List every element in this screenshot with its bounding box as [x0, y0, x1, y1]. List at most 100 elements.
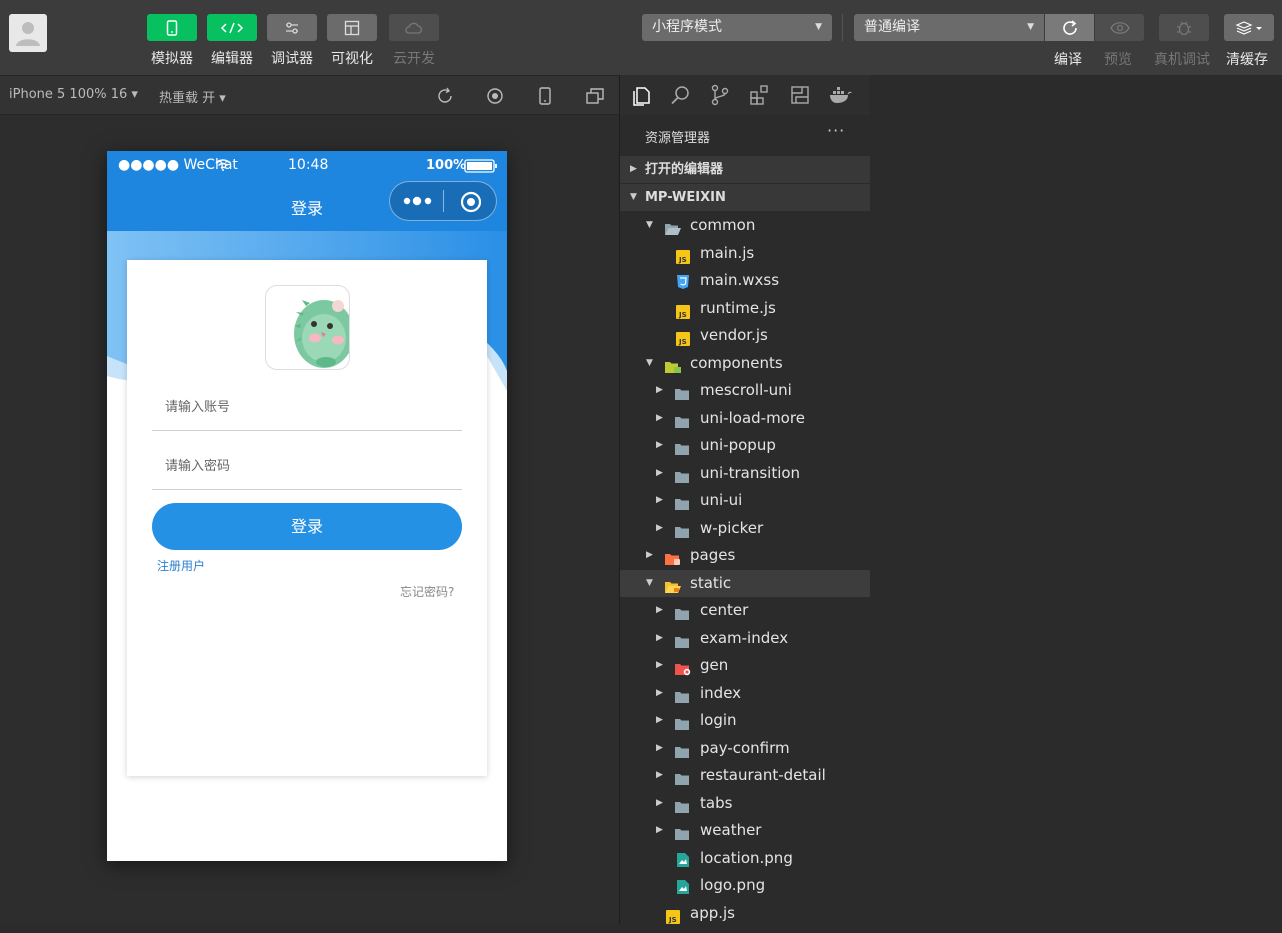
open-editors-section[interactable]: ▶ 打开的编辑器: [620, 156, 870, 183]
chevron-right-icon: ▶: [656, 797, 663, 808]
file-tree-item[interactable]: ▶ restaurant-detail: [620, 762, 870, 789]
compile-select-value: 普通编译: [864, 19, 920, 35]
eye-icon: [1109, 21, 1130, 34]
outline-icon[interactable]: [790, 84, 810, 106]
mode-select[interactable]: 小程序模式 ▼: [642, 14, 832, 41]
file-tree-item-label: restaurant-detail: [700, 766, 826, 784]
file-tree-item[interactable]: ▼ common: [620, 212, 870, 239]
close-miniprogram-icon[interactable]: [459, 190, 483, 214]
file-tree-item[interactable]: JS vendor.js: [620, 322, 870, 349]
remote-debug-label: 真机调试: [1154, 52, 1210, 68]
phone-icon: [166, 19, 178, 36]
search-icon[interactable]: [670, 84, 692, 106]
preview-label: 预览: [1104, 52, 1132, 68]
file-tree-item[interactable]: ▶ uni-popup: [620, 432, 870, 459]
remote-debug-button[interactable]: [1159, 14, 1209, 41]
file-tree-item[interactable]: ▶ uni-transition: [620, 460, 870, 487]
login-button[interactable]: 登录: [152, 503, 462, 550]
battery-percent: 100%: [426, 158, 467, 173]
file-tree-item[interactable]: ▼ static: [620, 569, 870, 597]
preview-button[interactable]: [1095, 14, 1144, 41]
file-tree-item-label: w-picker: [700, 518, 764, 537]
hot-reload-toggle[interactable]: 热重载 开 ▾: [159, 87, 226, 106]
file-tree-item[interactable]: ▶ mescroll-uni: [620, 377, 870, 404]
file-tree-item-label: exam-index: [700, 628, 789, 647]
file-tree-item[interactable]: ▶ center: [620, 597, 870, 624]
file-tree-item[interactable]: location.png: [620, 845, 870, 872]
detach-window-icon[interactable]: [585, 86, 605, 106]
capsule-divider: [443, 190, 444, 212]
extensions-icon[interactable]: [749, 84, 771, 106]
cloud-dev-button[interactable]: 云开发: [389, 14, 439, 68]
device-select[interactable]: iPhone 5 100% 16 ▾: [9, 87, 138, 102]
file-tree-item-label: login: [700, 711, 737, 729]
chevron-down-icon: ▼: [630, 192, 637, 202]
account-input[interactable]: 请输入账号: [152, 385, 462, 431]
user-avatar[interactable]: [9, 14, 47, 52]
svg-text:JS: JS: [668, 916, 677, 924]
chevron-right-icon: ▶: [656, 632, 663, 643]
rotate-icon[interactable]: [435, 86, 455, 106]
project-section[interactable]: ▼ MP-WEIXIN: [620, 184, 870, 211]
editor-area: [870, 75, 1282, 924]
svg-text:JS: JS: [678, 256, 687, 264]
compile-button[interactable]: [1045, 14, 1094, 41]
file-tree-item-label: vendor.js: [700, 326, 768, 344]
refresh-icon: [1062, 19, 1077, 35]
capsule-menu[interactable]: [389, 181, 497, 221]
device-icon[interactable]: [535, 86, 555, 106]
files-icon[interactable]: [631, 84, 651, 106]
more-options-button[interactable]: ···: [827, 121, 845, 140]
layout-icon: [344, 20, 360, 35]
file-tree-item-label: mescroll-uni: [700, 381, 792, 399]
toolbar-divider: [842, 14, 843, 41]
simulator-button[interactable]: 模拟器: [147, 14, 197, 68]
file-tree-item[interactable]: main.wxss: [620, 267, 870, 294]
file-tree-item[interactable]: JS runtime.js: [620, 295, 870, 322]
chevron-right-icon: ▶: [646, 550, 653, 560]
file-tree-item[interactable]: ▶ weather: [620, 817, 870, 844]
file-tree-item[interactable]: ▶ w-picker: [620, 515, 870, 542]
file-tree-item[interactable]: ▶ exam-index: [620, 625, 870, 652]
layers-icon: [1235, 20, 1262, 35]
compile-label: 编译: [1054, 52, 1082, 68]
file-tree-item-label: main.wxss: [700, 271, 780, 289]
file-tree-item[interactable]: ▶ tabs: [620, 790, 870, 817]
file-tree-item[interactable]: ▶ login: [620, 707, 870, 734]
open-editors-label: 打开的编辑器: [645, 162, 724, 177]
file-tree-item-label: runtime.js: [700, 298, 776, 317]
register-link[interactable]: 注册用户: [157, 557, 205, 574]
docker-icon[interactable]: [828, 84, 852, 106]
chevron-right-icon: ▶: [656, 605, 663, 615]
chevron-down-icon: ▼: [1027, 22, 1034, 32]
file-tree-item-label: uni-load-more: [700, 408, 805, 427]
visualize-button[interactable]: 可视化: [327, 14, 377, 68]
cloud-dev-label: 云开发: [393, 51, 435, 67]
debugger-button[interactable]: 调试器: [267, 14, 317, 68]
file-tree-item-label: static: [690, 573, 732, 592]
clear-cache-button[interactable]: [1224, 14, 1274, 41]
file-tree-item[interactable]: JS app.js: [620, 900, 870, 927]
file-tree-item[interactable]: JS main.js: [620, 240, 870, 267]
file-tree-item-label: uni-transition: [700, 463, 801, 482]
cloud-icon: [405, 22, 423, 34]
file-tree-item[interactable]: ▶ pages: [620, 542, 870, 569]
file-tree-item[interactable]: ▼ components: [620, 350, 870, 377]
more-dots-icon[interactable]: [402, 195, 434, 207]
stop-icon[interactable]: [485, 86, 505, 106]
chevron-right-icon: ▶: [656, 440, 663, 450]
file-tree-item-label: common: [690, 216, 756, 234]
forgot-password-link[interactable]: 忘记密码?: [400, 583, 454, 600]
compile-select[interactable]: 普通编译 ▼: [854, 14, 1044, 41]
file-tree-item[interactable]: ▶ pay-confirm: [620, 735, 870, 762]
file-tree-item-label: app.js: [690, 903, 735, 922]
file-tree-item[interactable]: ▶ gen: [620, 652, 870, 679]
chevron-right-icon: ▶: [656, 660, 663, 670]
file-tree-item[interactable]: ▶ uni-ui: [620, 487, 870, 514]
file-tree-item[interactable]: ▶ uni-load-more: [620, 405, 870, 432]
file-tree-item[interactable]: ▶ index: [620, 680, 870, 707]
file-tree-item[interactable]: logo.png: [620, 872, 870, 899]
password-input[interactable]: 请输入密码: [152, 444, 462, 490]
editor-button[interactable]: 编辑器: [207, 14, 257, 68]
source-control-icon[interactable]: [710, 84, 730, 106]
